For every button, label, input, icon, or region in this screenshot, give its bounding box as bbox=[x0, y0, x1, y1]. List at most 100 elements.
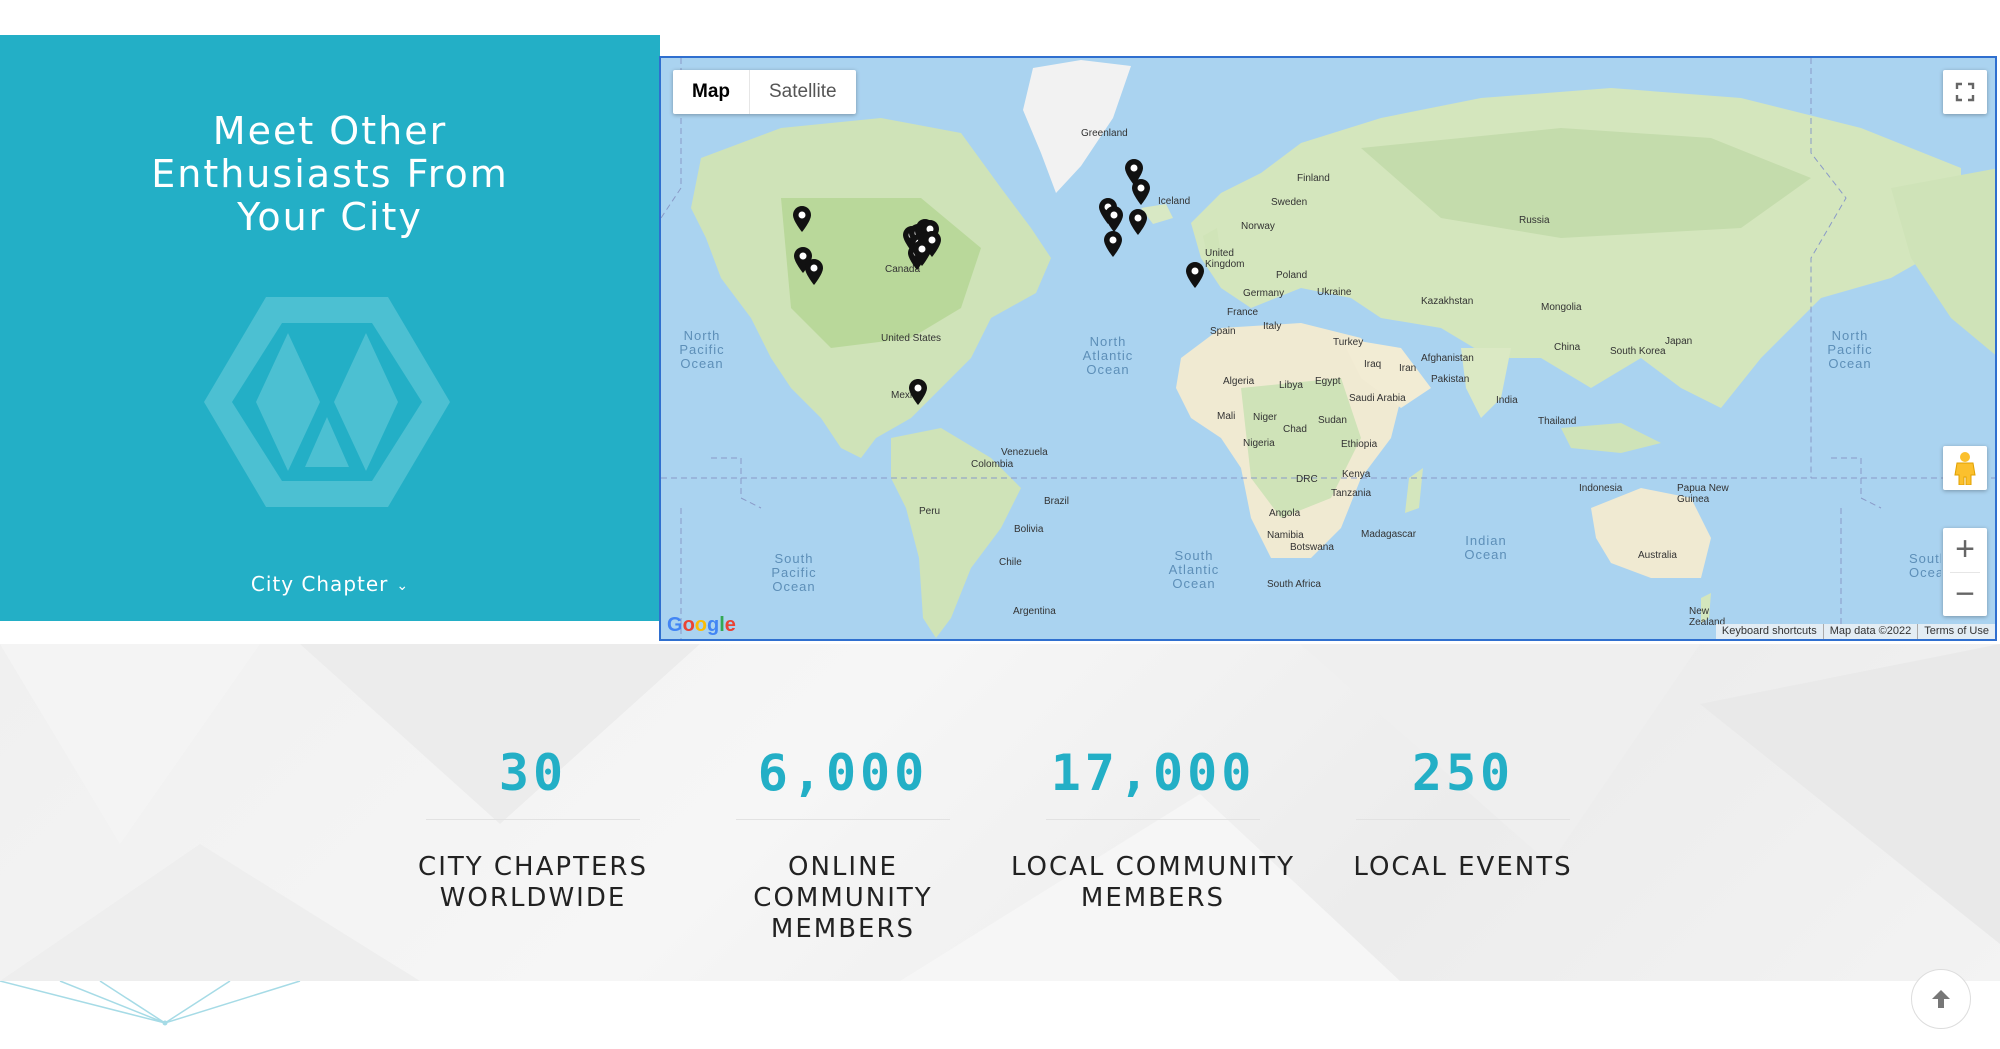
stat-caption: LOCAL EVENTS bbox=[1318, 852, 1608, 883]
label-iraq: Iraq bbox=[1364, 359, 1382, 370]
ocean-north-atlantic: North Atlantic Ocean bbox=[1082, 334, 1134, 377]
label-spain: Spain bbox=[1210, 326, 1236, 337]
chapter-marker-icon[interactable] bbox=[1132, 179, 1150, 205]
stat-number: 6,000 bbox=[757, 744, 929, 802]
label-saudi-arabia: Saudi Arabia bbox=[1349, 393, 1406, 404]
label-turkey: Turkey bbox=[1333, 337, 1364, 348]
stat-caption-line: WORLDWIDE bbox=[439, 883, 627, 913]
stat-number: 250 bbox=[1411, 744, 1515, 802]
chapter-marker-icon[interactable] bbox=[1186, 262, 1204, 288]
chapter-marker-icon[interactable] bbox=[909, 379, 927, 405]
ocean-indian: Indian Ocean bbox=[1464, 533, 1508, 562]
city-chapter-panel: Meet Other Enthusiasts From Your City Ci… bbox=[0, 35, 660, 621]
city-chapter-dropdown[interactable]: City Chapter ⌄ bbox=[0, 572, 660, 596]
label-sudan: Sudan bbox=[1318, 415, 1347, 426]
google-logo[interactable]: Google bbox=[667, 614, 736, 637]
map-type-control: Map Satellite bbox=[673, 70, 856, 114]
label-chad: Chad bbox=[1283, 424, 1307, 435]
world-map-tiles bbox=[661, 58, 1995, 639]
label-nigeria: Nigeria bbox=[1243, 438, 1275, 449]
label-chile: Chile bbox=[999, 557, 1022, 568]
label-norway: Norway bbox=[1241, 221, 1275, 232]
label-france: France bbox=[1227, 307, 1259, 318]
network-decoration bbox=[0, 981, 301, 1026]
label-algeria: Algeria bbox=[1223, 376, 1255, 387]
label-libya: Libya bbox=[1279, 380, 1303, 391]
ocean-south-atlantic: South Atlantic Ocean bbox=[1168, 548, 1220, 591]
label-argentina: Argentina bbox=[1013, 606, 1056, 617]
label-china: China bbox=[1554, 342, 1581, 353]
zoom-out-button[interactable]: − bbox=[1943, 572, 1987, 616]
chapter-marker-icon[interactable] bbox=[1104, 231, 1122, 257]
stat-divider bbox=[426, 819, 640, 820]
pegman-icon bbox=[1954, 452, 1976, 485]
label-niger: Niger bbox=[1253, 412, 1277, 423]
title-line-3: Your City bbox=[237, 195, 423, 239]
stat-caption-line: MEMBERS bbox=[770, 914, 916, 944]
label-italy: Italy bbox=[1263, 321, 1282, 332]
stat-caption-line: ONLINE COMMUNITY bbox=[753, 852, 933, 913]
label-egypt: Egypt bbox=[1315, 376, 1341, 387]
label-drc: DRC bbox=[1296, 474, 1318, 485]
stat-caption: LOCAL COMMUNITY MEMBERS bbox=[1008, 852, 1298, 914]
chapter-marker-icon[interactable] bbox=[1105, 206, 1123, 232]
chevron-down-icon: ⌄ bbox=[396, 577, 410, 594]
label-papua-new-guinea: Papua New Guinea bbox=[1677, 483, 1729, 505]
chapter-map[interactable]: Greenland Iceland Finland Sweden Norway … bbox=[659, 56, 1997, 641]
label-pakistan: Pakistan bbox=[1431, 374, 1470, 385]
stat-divider bbox=[736, 819, 950, 820]
chapter-marker-icon[interactable] bbox=[1129, 209, 1147, 235]
label-botswana: Botswana bbox=[1290, 542, 1334, 553]
label-madagascar: Madagascar bbox=[1361, 529, 1417, 540]
stat-caption: ONLINE COMMUNITY MEMBERS bbox=[698, 852, 988, 945]
map-type-map-button[interactable]: Map bbox=[673, 70, 750, 114]
stat-number: 17,000 bbox=[1050, 744, 1256, 802]
terms-of-use-link[interactable]: Terms of Use bbox=[1917, 624, 1995, 639]
map-data-text: Map data ©2022 bbox=[1822, 624, 1918, 639]
street-view-pegman[interactable] bbox=[1943, 446, 1987, 490]
label-uk: United Kingdom bbox=[1205, 248, 1245, 270]
chapter-marker-icon[interactable] bbox=[793, 206, 811, 232]
chapter-marker-icon[interactable] bbox=[913, 240, 931, 266]
label-brazil: Brazil bbox=[1044, 496, 1070, 507]
stat-caption-line: LOCAL EVENTS bbox=[1353, 852, 1573, 882]
label-japan: Japan bbox=[1665, 336, 1693, 347]
label-thailand: Thailand bbox=[1538, 416, 1577, 427]
zoom-in-button[interactable]: + bbox=[1943, 528, 1987, 572]
label-peru: Peru bbox=[919, 506, 941, 517]
ocean-north-pacific-east: North Pacific Ocean bbox=[1827, 328, 1873, 371]
map-attribution: Keyboard shortcuts Map data ©2022 Terms … bbox=[1715, 624, 1995, 639]
label-south-korea: South Korea bbox=[1610, 346, 1666, 357]
stat-caption-line: CITY CHAPTERS bbox=[418, 852, 648, 882]
ocean-north-pacific-west: North Pacific Ocean bbox=[679, 328, 725, 371]
arrow-up-icon bbox=[1932, 990, 1950, 1008]
label-ethiopia: Ethiopia bbox=[1341, 439, 1378, 450]
label-australia: Australia bbox=[1638, 550, 1677, 561]
label-sweden: Sweden bbox=[1271, 197, 1308, 208]
label-venezuela: Venezuela bbox=[1001, 447, 1048, 458]
chapter-marker-icon[interactable] bbox=[805, 259, 823, 285]
map-type-satellite-button[interactable]: Satellite bbox=[750, 70, 856, 114]
label-angola: Angola bbox=[1269, 508, 1301, 519]
label-indonesia: Indonesia bbox=[1579, 483, 1623, 494]
label-greenland: Greenland bbox=[1081, 128, 1128, 139]
label-russia: Russia bbox=[1519, 215, 1550, 226]
label-united-states: United States bbox=[881, 333, 942, 344]
label-mongolia: Mongolia bbox=[1541, 302, 1582, 313]
stat-divider bbox=[1046, 819, 1260, 820]
title-line-1: Meet Other bbox=[212, 109, 448, 153]
label-colombia: Colombia bbox=[971, 459, 1014, 470]
fullscreen-button[interactable] bbox=[1943, 70, 1987, 114]
background-polygons bbox=[0, 644, 2000, 981]
label-india: India bbox=[1496, 395, 1518, 406]
stat-number: 30 bbox=[498, 744, 568, 802]
zoom-control: + − bbox=[1943, 528, 1987, 616]
ocean-south-pacific: South Pacific Ocean bbox=[771, 551, 817, 594]
back-to-top-button[interactable] bbox=[1911, 969, 1971, 1029]
label-bolivia: Bolivia bbox=[1014, 524, 1044, 535]
label-mali: Mali bbox=[1217, 411, 1236, 422]
stats-section: 30 CITY CHAPTERS WORLDWIDE 6,000 ONLINE … bbox=[0, 644, 2000, 981]
hexagon-logo-icon bbox=[204, 297, 450, 507]
keyboard-shortcuts-link[interactable]: Keyboard shortcuts bbox=[1716, 624, 1823, 639]
label-iceland: Iceland bbox=[1158, 196, 1191, 207]
